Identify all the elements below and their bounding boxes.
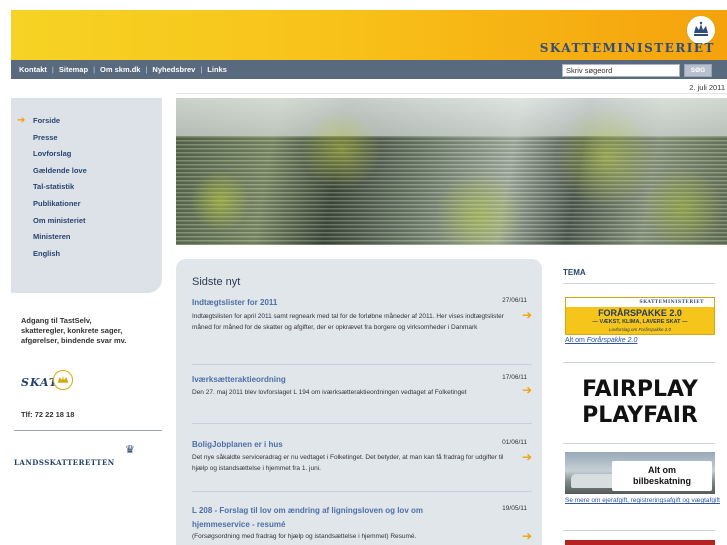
search-input[interactable] bbox=[562, 64, 680, 77]
arrow-right-icon[interactable]: ➔ bbox=[522, 529, 532, 543]
banner-title: FORÅRSPAKKE 2.0 bbox=[598, 308, 682, 318]
sidebar-item-presse[interactable]: Presse bbox=[33, 133, 87, 150]
landsskatteretten-text: LANDSSKATTERETTEN bbox=[14, 458, 115, 467]
news-panel: Sidste nyt Indtægtslister for 2011 27/06… bbox=[176, 259, 542, 545]
link-italic: Forårspakke 2.0 bbox=[586, 337, 638, 344]
divider bbox=[192, 423, 532, 424]
bilbeskatning-link[interactable]: Se mere om ejerafgift, registreringsafgi… bbox=[565, 496, 720, 505]
news-item-title[interactable]: BoligJobplanen er i hus bbox=[192, 438, 462, 452]
news-item-date: 27/06/11 bbox=[502, 297, 527, 304]
arrow-right-icon[interactable]: ➔ bbox=[522, 383, 532, 397]
news-item-body: (Forsøgsordning med fradrag for hjælp og… bbox=[192, 533, 417, 540]
arrow-right-icon[interactable]: ➔ bbox=[522, 450, 532, 464]
news-item-body: Det nye såkaldte serviceradrag er nu ved… bbox=[192, 454, 504, 472]
landsskatteretten-logo[interactable]: ♛ LANDSSKATTERETTEN bbox=[14, 444, 154, 469]
divider bbox=[563, 362, 715, 363]
bilbeskatning-label[interactable]: Alt om bilbeskatning bbox=[612, 461, 712, 491]
car-label-line-2: bilbeskatning bbox=[632, 476, 691, 486]
tastself-link[interactable]: Adgang til TastSelv, skatteregler, konkr… bbox=[21, 316, 131, 346]
foraarspakke-link[interactable]: Alt om Forårspakke 2.0 bbox=[565, 337, 637, 344]
crown-icon: ♛ bbox=[125, 444, 135, 456]
sidebar-item-english[interactable]: English bbox=[33, 249, 87, 266]
search-button[interactable]: SØG bbox=[684, 64, 712, 77]
brand-logo-text[interactable]: SKATTEMINISTERIET bbox=[540, 41, 715, 55]
divider bbox=[14, 430, 162, 431]
sidebar-item-forside[interactable]: Forside bbox=[33, 116, 87, 133]
fairplay-banner[interactable]: FAIRPLAY PLAYFAIR bbox=[565, 374, 715, 436]
car-label-line-1: Alt om bbox=[648, 465, 676, 475]
news-item-body: Indtægtslisten for april 2011 samt regne… bbox=[192, 313, 504, 331]
sidebar-item-lovforslag[interactable]: Lovforslag bbox=[33, 149, 87, 166]
sidebar-item-om-ministeriet[interactable]: Om ministeriet bbox=[33, 216, 87, 233]
banner-subtitle-2: Lovforslag om Forårspakke 2.0 bbox=[608, 327, 672, 332]
divider bbox=[563, 530, 715, 531]
banner-brand: SKATTEMINISTERIET bbox=[566, 298, 714, 307]
hero-photo bbox=[176, 98, 727, 245]
news-heading: Sidste nyt bbox=[192, 276, 241, 288]
nav-separator: | bbox=[93, 65, 96, 74]
news-item-date: 01/06/11 bbox=[502, 439, 527, 446]
news-item-title[interactable]: Iværksætteraktieordning bbox=[192, 373, 462, 387]
divider bbox=[176, 93, 727, 94]
arrow-right-icon[interactable]: ➔ bbox=[522, 308, 532, 322]
nav-link-om-skm[interactable]: Om skm.dk bbox=[100, 65, 140, 74]
nav-link-kontakt[interactable]: Kontakt bbox=[19, 65, 47, 74]
news-item-title[interactable]: Indtægtslister for 2011 bbox=[192, 296, 462, 310]
link-prefix: Alt om bbox=[565, 337, 587, 344]
divider bbox=[563, 283, 715, 284]
phone-number: Tlf: 72 22 18 18 bbox=[21, 410, 75, 419]
nav-link-sitemap[interactable]: Sitemap bbox=[59, 65, 88, 74]
divider bbox=[192, 364, 532, 365]
sidebar-item-ministeren[interactable]: Ministeren bbox=[33, 232, 87, 249]
nav-link-nyhedsbrev[interactable]: Nyhedsbrev bbox=[152, 65, 195, 74]
news-item-date: 19/05/11 bbox=[502, 505, 527, 512]
nav-link-links[interactable]: Links bbox=[207, 65, 227, 74]
current-date: 2. juli 2011 bbox=[689, 83, 725, 92]
news-item-body: Den 27. maj 2011 blev lovforslaget L 194… bbox=[192, 389, 467, 396]
top-strip bbox=[0, 0, 727, 10]
divider bbox=[563, 443, 715, 444]
skat-crown-icon bbox=[53, 370, 73, 390]
sidebar-item-tal-statistik[interactable]: Tal-statistik bbox=[33, 182, 87, 199]
banner-subtitle: — VÆKST, KLIMA, LAVERE SKAT — bbox=[592, 319, 688, 325]
news-item-title[interactable]: L 208 - Forslag til lov om ændring af li… bbox=[192, 504, 462, 532]
skat-logo[interactable]: SKAT bbox=[21, 370, 81, 400]
next-banner-partial[interactable] bbox=[565, 540, 715, 545]
fairplay-line-1: FAIRPLAY bbox=[582, 377, 698, 402]
tema-heading: TEMA bbox=[563, 268, 586, 277]
sidebar-item-gaeldende-love[interactable]: Gældende love bbox=[33, 166, 87, 183]
crown-icon bbox=[694, 21, 708, 36]
fairplay-line-2: PLAYFAIR bbox=[582, 403, 698, 428]
foraarspakke-banner[interactable]: SKATTEMINISTERIET FORÅRSPAKKE 2.0 — VÆKS… bbox=[565, 297, 715, 335]
nav-separator: | bbox=[51, 65, 54, 74]
nav-separator: | bbox=[200, 65, 203, 74]
sidebar-item-publikationer[interactable]: Publikationer bbox=[33, 199, 87, 216]
nav-separator: | bbox=[145, 65, 148, 74]
sidebar-menu: ➔ Forside Presse Lovforslag Gældende lov… bbox=[11, 98, 162, 293]
active-arrow-icon: ➔ bbox=[17, 115, 26, 126]
news-item-date: 17/06/11 bbox=[502, 374, 527, 381]
site-header: SKATTEMINISTERIET bbox=[11, 10, 727, 60]
divider bbox=[192, 491, 532, 492]
